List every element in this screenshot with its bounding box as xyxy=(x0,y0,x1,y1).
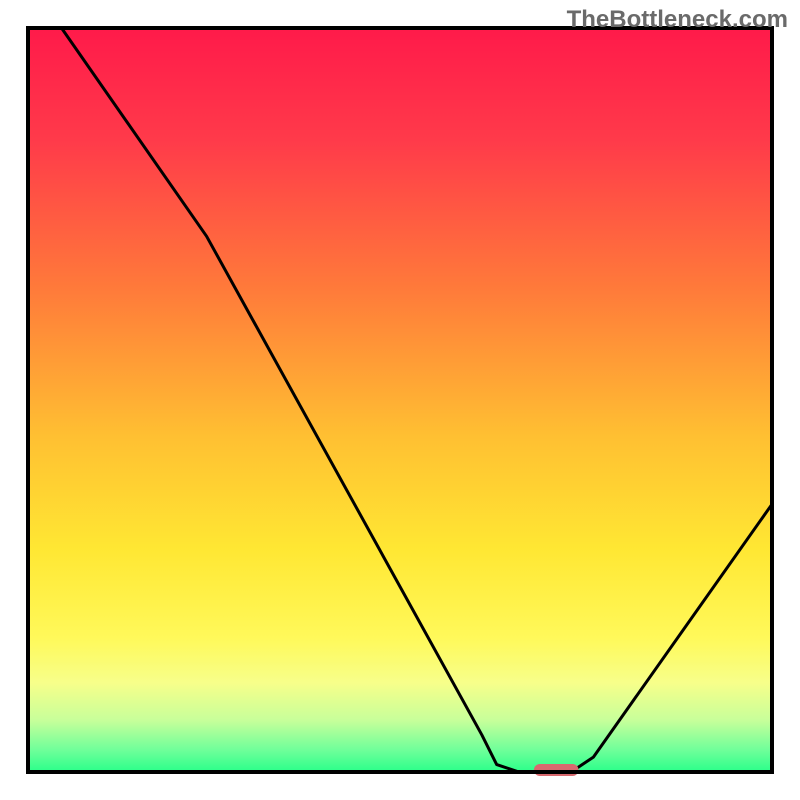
chart-svg xyxy=(0,0,800,800)
watermark-text: TheBottleneck.com xyxy=(567,6,788,34)
bottleneck-chart: TheBottleneck.com xyxy=(0,0,800,800)
